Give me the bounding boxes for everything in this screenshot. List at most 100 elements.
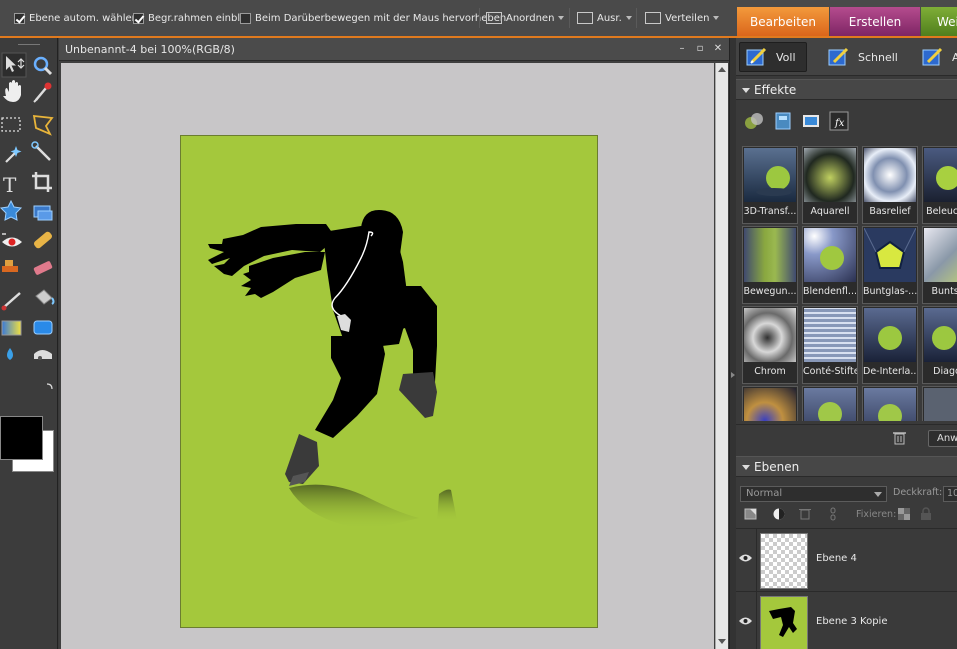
- effect-preview-icon: [864, 228, 916, 282]
- show-bounding-box-checkbox[interactable]: Begr.rahmen einbl.: [133, 11, 243, 25]
- link-layers-icon[interactable]: [826, 507, 840, 521]
- red-eye-tool-icon[interactable]: [2, 233, 22, 247]
- layer-row[interactable]: Ebene 3 Kopie: [736, 591, 957, 649]
- sponge-tool-icon[interactable]: [34, 350, 52, 360]
- layer-row[interactable]: Ebene 4: [736, 528, 957, 591]
- all-effects-icon[interactable]: fx: [829, 111, 849, 131]
- foreground-color-swatch[interactable]: [0, 416, 43, 460]
- divider: [569, 8, 570, 28]
- guided-edit-button[interactable]: A: [920, 42, 957, 72]
- blur-tool-icon[interactable]: [7, 348, 13, 360]
- maximize-icon[interactable]: ▫: [694, 43, 706, 55]
- pasteboard[interactable]: [61, 63, 714, 649]
- minimize-icon[interactable]: –: [676, 43, 688, 55]
- document-title-bar[interactable]: Unbenannt-4 bei 100%(RGB/8) – ▫ ✕: [59, 38, 729, 61]
- lock-all-icon[interactable]: [919, 507, 933, 521]
- cookie-cutter-tool-icon[interactable]: [0, 199, 23, 221]
- effect-thumbnail[interactable]: [922, 386, 957, 421]
- eyedropper-tool-icon[interactable]: [33, 82, 52, 103]
- align-dropdown[interactable]: Ausr.: [577, 11, 632, 25]
- lock-transparency-icon[interactable]: [897, 507, 911, 521]
- delete-layer-icon[interactable]: [798, 507, 812, 521]
- crop-tool-icon[interactable]: [32, 172, 52, 192]
- effect-thumbnail[interactable]: [862, 386, 918, 421]
- lock-label: Fixieren:: [856, 509, 897, 520]
- zoom-tool-icon[interactable]: [33, 56, 53, 76]
- chevron-right-icon[interactable]: [731, 372, 735, 378]
- apply-effect-button[interactable]: Anw: [928, 430, 957, 447]
- edit-mode-bar: Voll Schnell A: [736, 38, 957, 76]
- swap-colors-icon[interactable]: [46, 383, 53, 390]
- effect-thumbnail[interactable]: Aquarell: [802, 146, 858, 224]
- shape-tool-icon[interactable]: [33, 320, 53, 335]
- effect-thumbnail[interactable]: Blendenfl...: [802, 226, 858, 304]
- move-tool-icon[interactable]: [1, 52, 27, 78]
- trash-icon[interactable]: [893, 431, 906, 445]
- guided-edit-icon: [922, 47, 943, 66]
- effect-thumbnail[interactable]: Basrelief: [862, 146, 918, 224]
- effect-thumbnail[interactable]: Diagon: [922, 306, 957, 384]
- effect-thumbnail[interactable]: Conté-Stifte: [802, 306, 858, 384]
- type-tool-icon[interactable]: T: [3, 173, 17, 197]
- checkbox-empty-icon[interactable]: [240, 12, 251, 24]
- tab-share[interactable]: Wei: [921, 7, 957, 37]
- arrange-dropdown[interactable]: Anordnen: [486, 11, 565, 25]
- scroll-up-icon[interactable]: [718, 67, 726, 72]
- layers-panel-header[interactable]: Ebenen: [736, 456, 957, 477]
- effect-thumbnail[interactable]: Buntglas-...: [862, 226, 918, 304]
- eye-icon[interactable]: [739, 553, 752, 563]
- distribute-label: Verteilen: [665, 12, 710, 24]
- checkbox-check-icon[interactable]: [14, 12, 25, 24]
- effect-thumbnail[interactable]: De-Interla...: [862, 306, 918, 384]
- magic-wand-tool-icon[interactable]: [5, 146, 22, 163]
- image-canvas[interactable]: [180, 135, 598, 628]
- tab-create[interactable]: Erstellen: [830, 7, 920, 37]
- layer-styles-icon[interactable]: [773, 111, 793, 131]
- effect-thumbnail[interactable]: Buntstif: [922, 226, 957, 304]
- effect-thumbnail[interactable]: Beleuchtu: [922, 146, 957, 224]
- layer-name: Ebene 4: [816, 553, 857, 564]
- tab-edit[interactable]: Bearbeiten: [737, 7, 829, 37]
- effect-thumbnail[interactable]: 3D-Transf...: [742, 146, 798, 224]
- hand-tool-icon[interactable]: [3, 80, 21, 102]
- filters-icon[interactable]: [744, 111, 764, 131]
- svg-text:fx: fx: [834, 118, 845, 129]
- eraser-tool-icon[interactable]: [33, 261, 53, 276]
- effects-panel-header[interactable]: Effekte: [736, 79, 957, 100]
- checkbox-check-icon[interactable]: [133, 12, 144, 24]
- effect-thumbnail[interactable]: Bewegun...: [742, 226, 798, 304]
- scroll-down-icon[interactable]: [718, 639, 726, 644]
- quick-selection-tool-icon[interactable]: [31, 141, 51, 161]
- panel-collapse-strip[interactable]: [729, 38, 736, 649]
- quick-edit-button[interactable]: Schnell: [824, 42, 904, 72]
- close-icon[interactable]: ✕: [712, 43, 724, 55]
- effect-label: Blendenfl...: [803, 286, 857, 297]
- effect-thumbnail[interactable]: [742, 386, 798, 421]
- gradient-tool-icon[interactable]: [1, 320, 22, 336]
- rect-marquee-tool-icon[interactable]: [1, 117, 21, 132]
- straighten-tool-icon[interactable]: [33, 205, 53, 221]
- eye-icon[interactable]: [739, 616, 752, 626]
- blend-mode-select[interactable]: Normal: [740, 486, 887, 502]
- effect-thumbnail[interactable]: [802, 386, 858, 421]
- auto-select-layer-checkbox[interactable]: Ebene autom. wählen: [14, 11, 138, 25]
- arrange-label: Anordnen: [506, 12, 555, 24]
- highlight-on-hover-checkbox[interactable]: Beim Darüberbewegen mit der Maus hervorh…: [240, 11, 506, 25]
- photo-effects-icon[interactable]: [801, 111, 821, 131]
- healing-brush-tool-icon[interactable]: [33, 231, 53, 250]
- new-layer-icon[interactable]: [744, 507, 758, 521]
- adjustment-layer-icon[interactable]: [772, 507, 786, 521]
- effects-thumbnail-grid: 3D-Transf... Aquarell Basrelief Beleucht…: [742, 146, 957, 421]
- distribute-dropdown[interactable]: Verteilen: [645, 11, 720, 25]
- effect-label: Chrom: [754, 366, 786, 377]
- document-title: Unbenannt-4 bei 100%(RGB/8): [65, 43, 235, 56]
- vertical-scrollbar[interactable]: [715, 63, 728, 649]
- opacity-input[interactable]: 10: [943, 486, 957, 502]
- full-edit-button[interactable]: Voll: [739, 42, 807, 72]
- effect-thumbnail[interactable]: Chrom: [742, 306, 798, 384]
- paint-bucket-tool-icon[interactable]: [35, 289, 55, 305]
- lasso-tool-icon[interactable]: [32, 114, 54, 136]
- layer-thumbnail: [760, 596, 808, 649]
- brush-tool-icon[interactable]: [1, 292, 21, 311]
- clone-stamp-tool-icon[interactable]: [2, 260, 18, 272]
